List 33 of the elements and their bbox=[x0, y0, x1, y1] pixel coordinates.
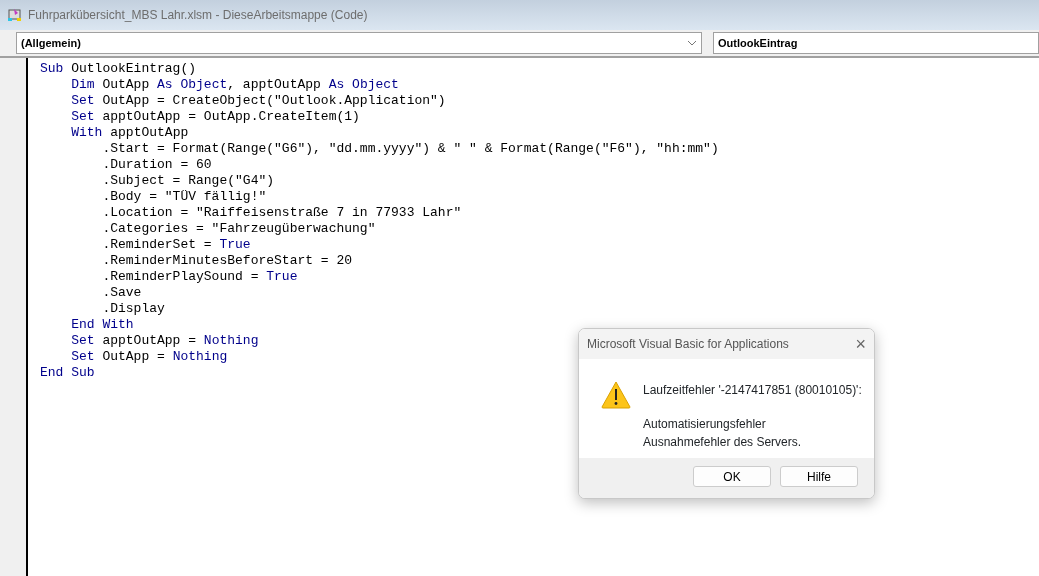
warning-icon bbox=[601, 381, 631, 409]
code-line: .Subject = Range("G4") bbox=[102, 173, 275, 189]
error-message: Automatisierungsfehler bbox=[643, 416, 767, 433]
code-line: Set apptOutApp = OutApp.CreateItem(1) bbox=[71, 109, 360, 125]
code-line: Set apptOutApp = Nothing bbox=[71, 333, 259, 349]
code-line: With apptOutApp bbox=[71, 125, 189, 141]
code-line: End With bbox=[71, 317, 134, 333]
code-line: .ReminderSet = True bbox=[102, 237, 251, 253]
code-line: .ReminderMinutesBeforeStart = 20 bbox=[102, 253, 353, 269]
code-line: Set OutApp = CreateObject("Outlook.Application") bbox=[71, 93, 446, 109]
dialog-title: Microsoft Visual Basic for Applications bbox=[587, 336, 789, 353]
ok-button[interactable]: OK bbox=[693, 466, 771, 487]
code-line: .Duration = 60 bbox=[102, 157, 212, 173]
code-line: Set OutApp = Nothing bbox=[71, 349, 228, 365]
code-line: .Display bbox=[102, 301, 165, 317]
code-line: .Save bbox=[102, 285, 142, 301]
chevron-down-icon bbox=[687, 40, 697, 46]
code-line: .ReminderPlaySound = True bbox=[102, 269, 298, 285]
code-line: Dim OutApp As Object, apptOutApp As Object bbox=[71, 77, 399, 93]
code-line: End Sub bbox=[40, 365, 95, 381]
object-dropdown[interactable]: (Allgemein) bbox=[16, 32, 702, 54]
window-title: Fuhrparkübersicht_MBS Lahr.xlsm - DieseArbeitsmappe (Code) bbox=[28, 7, 368, 24]
help-button[interactable]: Hilfe bbox=[780, 466, 858, 487]
error-heading: Laufzeitfehler '-2147417851 (80010105)': bbox=[643, 382, 862, 399]
code-line: .Start = Format(Range("G6"), "dd.mm.yyyy") & " " & Format(Range("F6"), "hh:mm") bbox=[102, 141, 719, 157]
close-button[interactable]: × bbox=[855, 335, 866, 353]
code-line: .Body = "TÜV fällig!" bbox=[102, 189, 267, 205]
code-line: .Categories = "Fahrzeugüberwachung" bbox=[102, 221, 376, 237]
procedure-dropdown[interactable]: OutlookEintrag bbox=[713, 32, 1039, 54]
error-message: Ausnahmefehler des Servers. bbox=[643, 434, 803, 451]
code-line: .Location = "Raiffeisenstraße 7 in 77933 Lahr" bbox=[102, 205, 462, 221]
module-icon bbox=[8, 8, 22, 22]
code-line: Sub OutlookEintrag() bbox=[40, 61, 197, 77]
